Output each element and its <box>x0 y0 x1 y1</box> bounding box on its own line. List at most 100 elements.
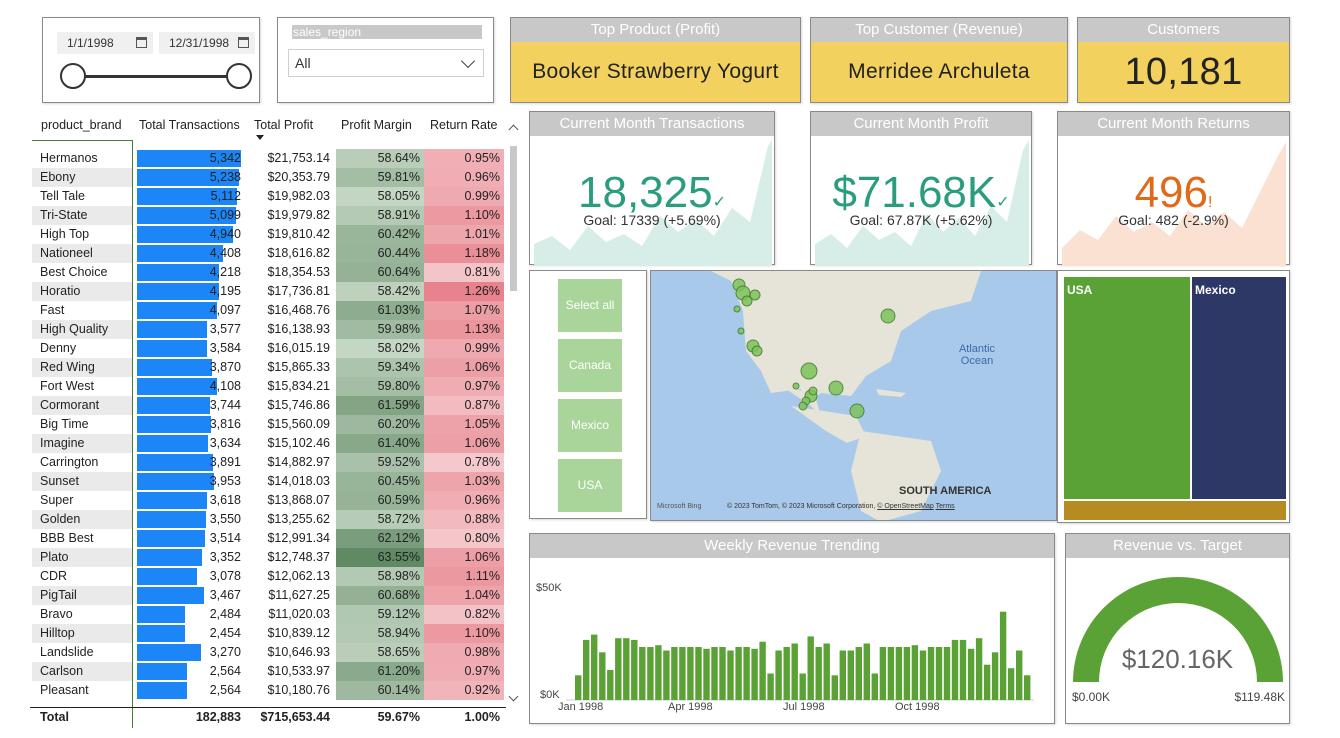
table-row[interactable]: Super 3,618 $13,868.07 60.59% 0.96% <box>30 491 506 510</box>
table-row[interactable]: Pleasant 2,564 $10,180.76 60.14% 0.92% <box>30 681 506 700</box>
table-row[interactable]: Landslide 3,270 $10,646.93 58.65% 0.98% <box>30 643 506 662</box>
col-header-profit[interactable]: Total Profit <box>254 118 313 132</box>
weekly-revenue-bar[interactable] <box>903 647 911 700</box>
table-row[interactable]: Fort West 4,108 $15,834.21 59.80% 0.97% <box>30 377 506 396</box>
date-range-start-handle[interactable] <box>60 63 86 89</box>
weekly-revenue-bar[interactable] <box>695 647 702 700</box>
table-row[interactable]: Ebony 5,238 $20,353.79 59.81% 0.96% <box>30 168 506 187</box>
weekly-revenue-bar[interactable] <box>663 650 670 701</box>
scroll-down-icon[interactable] <box>508 691 519 702</box>
country-select-all-button[interactable]: Select all <box>558 279 622 332</box>
weekly-revenue-bar[interactable] <box>783 647 790 700</box>
weekly-revenue-bar[interactable] <box>935 647 943 700</box>
weekly-revenue-bar[interactable] <box>839 650 846 701</box>
weekly-revenue-bar[interactable] <box>639 647 646 700</box>
region-dropdown[interactable]: All <box>288 49 484 77</box>
weekly-revenue-bar[interactable] <box>607 670 614 700</box>
weekly-revenue-bar[interactable] <box>751 648 758 700</box>
table-row[interactable]: Golden 3,550 $13,255.62 58.72% 0.88% <box>30 510 506 529</box>
weekly-revenue-bar[interactable] <box>863 643 870 701</box>
table-row[interactable]: Red Wing 3,870 $15,865.33 59.34% 1.06% <box>30 358 506 377</box>
brand-table[interactable]: product_brand Total Transactions Total P… <box>30 110 522 728</box>
weekly-revenue-bar[interactable] <box>599 652 606 700</box>
weekly-revenue-bar[interactable] <box>823 643 830 701</box>
table-row[interactable]: Best Choice 4,218 $18,354.53 60.64% 0.81% <box>30 263 506 282</box>
weekly-revenue-bar[interactable] <box>967 648 975 700</box>
table-row[interactable]: Denny 3,584 $16,015.19 58.02% 0.99% <box>30 339 506 358</box>
weekly-revenue-bar[interactable] <box>615 638 622 700</box>
weekly-revenue-bar[interactable] <box>943 647 951 700</box>
table-row[interactable]: Big Time 3,816 $15,560.09 60.20% 1.05% <box>30 415 506 434</box>
weekly-revenue-bar[interactable] <box>759 641 766 700</box>
table-row[interactable]: Sunset 3,953 $14,018.03 60.45% 1.03% <box>30 472 506 491</box>
date-range-end-handle[interactable] <box>226 63 252 89</box>
terms-link[interactable]: Terms <box>936 503 955 510</box>
table-row[interactable]: Imagine 3,634 $15,102.46 61.40% 1.06% <box>30 434 506 453</box>
country-slicer[interactable]: Select all Canada Mexico USA <box>529 270 647 519</box>
treemap-usa[interactable]: USA <box>1064 277 1190 499</box>
weekly-revenue-bar[interactable] <box>999 611 1007 700</box>
col-header-transactions[interactable]: Total Transactions <box>139 118 240 132</box>
date-range-track[interactable] <box>71 75 237 78</box>
weekly-revenue-bar[interactable] <box>687 647 694 700</box>
weekly-revenue-bar[interactable] <box>719 647 726 700</box>
osm-link[interactable]: © OpenStreetMap <box>877 503 934 510</box>
chevron-down-icon[interactable] <box>460 53 476 69</box>
weekly-revenue-bar[interactable] <box>743 647 750 700</box>
table-row[interactable]: Plato 3,352 $12,748.37 63.55% 1.06% <box>30 548 506 567</box>
end-date-input[interactable]: 12/31/1998 <box>159 32 255 54</box>
weekly-revenue-bar[interactable] <box>911 645 919 700</box>
weekly-revenue-bar[interactable] <box>799 673 806 701</box>
table-row[interactable]: Carrington 3,891 $14,882.97 59.52% 0.78% <box>30 453 506 472</box>
weekly-revenue-bar[interactable] <box>983 664 991 700</box>
weekly-revenue-bar[interactable] <box>1016 650 1023 701</box>
weekly-revenue-bar[interactable] <box>895 647 903 700</box>
table-scrollbar[interactable] <box>510 146 517 291</box>
weekly-revenue-bar[interactable] <box>1024 675 1031 700</box>
table-row[interactable]: Horatio 4,195 $17,736.81 58.42% 1.26% <box>30 282 506 301</box>
weekly-revenue-bar[interactable] <box>623 638 630 700</box>
weekly-revenue-bar[interactable] <box>775 650 782 701</box>
table-row[interactable]: CDR 3,078 $12,062.13 58.98% 1.11% <box>30 567 506 586</box>
weekly-revenue-bar[interactable] <box>791 643 798 701</box>
weekly-revenue-bar[interactable] <box>1007 668 1015 700</box>
table-row[interactable]: Hilltop 2,454 $10,839.12 58.94% 1.10% <box>30 624 506 643</box>
weekly-revenue-bar[interactable] <box>735 647 742 700</box>
country-usa-button[interactable]: USA <box>558 459 622 512</box>
weekly-revenue-bar[interactable] <box>647 647 654 700</box>
start-date-input[interactable]: 1/1/1998 <box>57 32 153 54</box>
weekly-revenue-bar[interactable] <box>655 645 662 700</box>
table-row[interactable]: Cormorant 3,744 $15,746.86 61.59% 0.87% <box>30 396 506 415</box>
country-treemap[interactable]: USA Mexico <box>1057 270 1290 523</box>
weekly-revenue-bar[interactable] <box>927 647 935 700</box>
weekly-revenue-bar[interactable] <box>807 636 814 700</box>
weekly-revenue-bar[interactable] <box>815 647 822 700</box>
table-row[interactable]: PigTail 3,467 $11,627.25 60.68% 1.04% <box>30 586 506 605</box>
weekly-revenue-bar[interactable] <box>975 638 983 700</box>
weekly-revenue-bar[interactable] <box>703 648 710 700</box>
weekly-revenue-bar[interactable] <box>991 652 999 700</box>
weekly-revenue-bar[interactable] <box>847 650 854 701</box>
table-row[interactable]: Tri-State 5,099 $19,979.82 58.91% 1.10% <box>30 206 506 225</box>
scroll-up-icon[interactable] <box>508 124 519 135</box>
table-row[interactable]: Fast 4,097 $16,468.76 61.03% 1.07% <box>30 301 506 320</box>
table-row[interactable]: Nationeel 4,408 $18,616.82 60.44% 1.18% <box>30 244 506 263</box>
date-slicer[interactable]: 1/1/1998 12/31/1998 <box>42 17 260 103</box>
country-canada-button[interactable]: Canada <box>558 339 622 392</box>
weekly-revenue-bar[interactable] <box>871 673 878 701</box>
weekly-revenue-bar[interactable] <box>919 650 927 701</box>
weekly-revenue-bar[interactable] <box>591 634 598 700</box>
weekly-revenue-bar[interactable] <box>959 639 967 700</box>
weekly-revenue-bar[interactable] <box>711 647 718 700</box>
weekly-revenue-bar[interactable] <box>727 650 734 701</box>
weekly-revenue-bar[interactable] <box>679 647 686 700</box>
weekly-revenue-bar[interactable] <box>887 647 895 700</box>
col-header-margin[interactable]: Profit Margin <box>341 118 412 132</box>
weekly-revenue-bar[interactable] <box>831 675 838 700</box>
weekly-revenue-bar[interactable] <box>855 647 862 700</box>
table-row[interactable]: BBB Best 3,514 $12,991.34 62.12% 0.80% <box>30 529 506 548</box>
col-header-return[interactable]: Return Rate <box>430 118 497 132</box>
weekly-revenue-bar[interactable] <box>583 639 590 700</box>
treemap-mexico[interactable]: Mexico <box>1192 277 1286 499</box>
store-map[interactable]: Atlantic Ocean SOUTH AMERICA Microsoft B… <box>650 270 1057 521</box>
